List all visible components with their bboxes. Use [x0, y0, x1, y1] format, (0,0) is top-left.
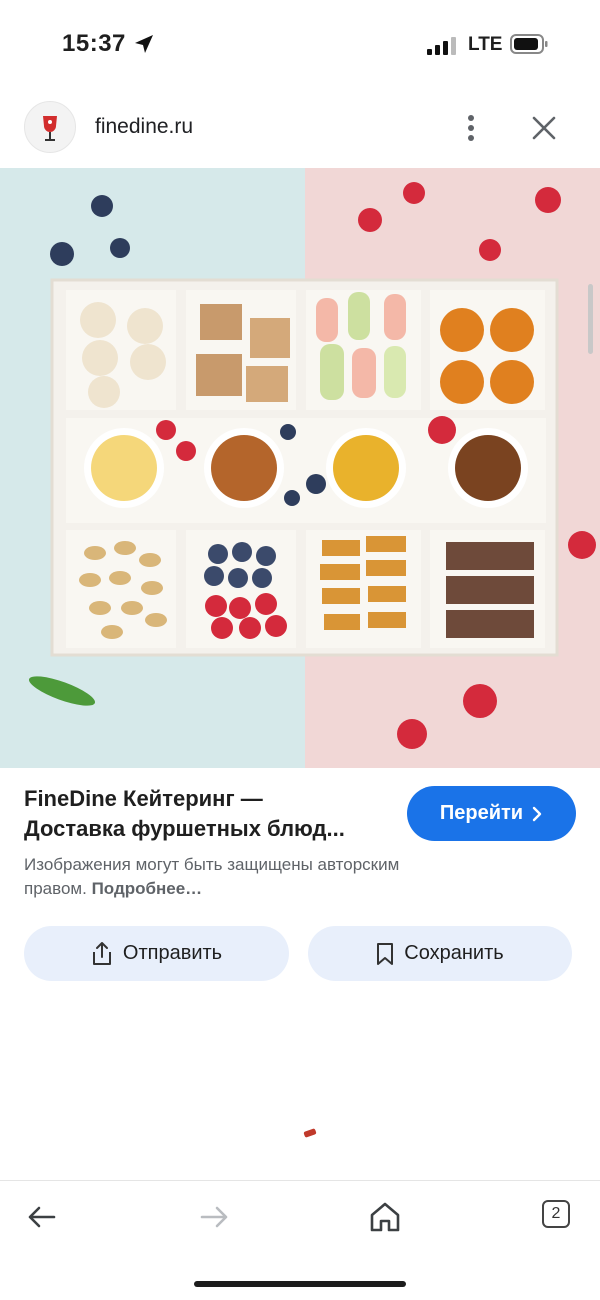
more-vert-icon[interactable]: [452, 109, 490, 147]
result-title[interactable]: FineDine Кейтеринг — Доставка фуршетных …: [24, 784, 396, 844]
bottom-toolbar: 2: [0, 1180, 600, 1251]
wine-glass-icon: [43, 116, 57, 141]
status-time: 15:37: [62, 30, 126, 57]
battery-icon: [510, 34, 548, 54]
save-button[interactable]: Сохранить: [308, 926, 572, 981]
visit-button[interactable]: Перейти: [407, 786, 576, 841]
home-icon[interactable]: [365, 1197, 405, 1237]
location-arrow-icon: [135, 35, 153, 53]
share-button-label: Отправить: [122, 942, 223, 964]
tabs-count-button[interactable]: 2: [542, 1200, 570, 1228]
copyright-text: Изображения могут быть защищены авторски…: [24, 855, 400, 898]
site-domain[interactable]: finedine.ru: [95, 115, 193, 139]
visit-button-label: Перейти: [439, 802, 524, 824]
catering-box-photo: [0, 168, 600, 768]
learn-more-link[interactable]: Подробнее…: [92, 879, 203, 898]
forward-arrow-icon[interactable]: [194, 1197, 234, 1237]
share-button[interactable]: Отправить: [24, 926, 289, 981]
site-header: finedine.ru: [0, 96, 600, 158]
site-favicon[interactable]: [24, 101, 76, 153]
close-icon[interactable]: [525, 109, 563, 147]
share-icon: [92, 941, 111, 965]
back-arrow-icon[interactable]: [22, 1197, 62, 1237]
result-title-line-2: Доставка фуршетных блюд...: [24, 816, 345, 841]
save-button-label: Сохранить: [404, 942, 504, 964]
signal-icon: [427, 35, 457, 55]
result-title-line-1: FineDine Кейтеринг —: [24, 786, 263, 811]
copyright-notice: Изображения могут быть защищены авторски…: [24, 853, 464, 901]
image-scrollbar[interactable]: [588, 284, 593, 354]
status-bar: 15:37 LTE: [0, 0, 600, 90]
bookmark-icon: [377, 942, 394, 965]
chevron-right-icon: [532, 806, 542, 821]
network-type: LTE: [468, 34, 503, 55]
home-indicator[interactable]: [194, 1281, 406, 1287]
decorative-mark: [303, 1128, 317, 1138]
result-image[interactable]: [0, 168, 600, 768]
